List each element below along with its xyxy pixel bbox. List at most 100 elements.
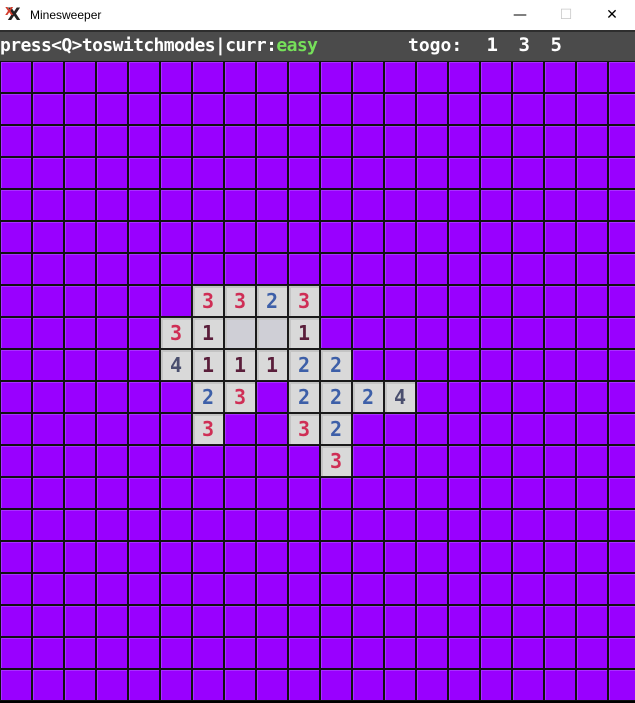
hidden-cell[interactable] <box>160 637 192 669</box>
hidden-cell[interactable] <box>288 573 320 605</box>
hidden-cell[interactable] <box>384 573 416 605</box>
hidden-cell[interactable] <box>480 477 512 509</box>
hidden-cell[interactable] <box>160 93 192 125</box>
hidden-cell[interactable] <box>64 477 96 509</box>
hidden-cell[interactable] <box>576 221 608 253</box>
hidden-cell[interactable] <box>608 381 635 413</box>
hidden-cell[interactable] <box>64 573 96 605</box>
hidden-cell[interactable] <box>608 637 635 669</box>
hidden-cell[interactable] <box>256 573 288 605</box>
hidden-cell[interactable] <box>416 189 448 221</box>
hidden-cell[interactable] <box>448 125 480 157</box>
hidden-cell[interactable] <box>544 605 576 637</box>
hidden-cell[interactable] <box>128 541 160 573</box>
hidden-cell[interactable] <box>256 509 288 541</box>
hidden-cell[interactable] <box>256 541 288 573</box>
hidden-cell[interactable] <box>544 477 576 509</box>
hidden-cell[interactable] <box>544 221 576 253</box>
hidden-cell[interactable] <box>576 189 608 221</box>
hidden-cell[interactable] <box>96 253 128 285</box>
hidden-cell[interactable] <box>0 509 32 541</box>
hidden-cell[interactable] <box>480 573 512 605</box>
hidden-cell[interactable] <box>448 413 480 445</box>
hidden-cell[interactable] <box>64 189 96 221</box>
hidden-cell[interactable] <box>416 637 448 669</box>
hidden-cell[interactable] <box>416 349 448 381</box>
hidden-cell[interactable] <box>192 125 224 157</box>
hidden-cell[interactable] <box>448 669 480 701</box>
hidden-cell[interactable] <box>96 509 128 541</box>
hidden-cell[interactable] <box>96 285 128 317</box>
hidden-cell[interactable] <box>160 605 192 637</box>
hidden-cell[interactable] <box>192 221 224 253</box>
hidden-cell[interactable] <box>128 669 160 701</box>
hidden-cell[interactable] <box>480 413 512 445</box>
hidden-cell[interactable] <box>32 189 64 221</box>
hidden-cell[interactable] <box>224 157 256 189</box>
hidden-cell[interactable] <box>608 189 635 221</box>
hidden-cell[interactable] <box>288 637 320 669</box>
hidden-cell[interactable] <box>544 509 576 541</box>
hidden-cell[interactable] <box>480 445 512 477</box>
hidden-cell[interactable] <box>256 669 288 701</box>
hidden-cell[interactable] <box>64 221 96 253</box>
hidden-cell[interactable] <box>576 93 608 125</box>
hidden-cell[interactable] <box>352 221 384 253</box>
close-button[interactable]: ✕ <box>589 0 635 30</box>
hidden-cell[interactable] <box>544 317 576 349</box>
revealed-number-cell[interactable]: 3 <box>288 285 320 317</box>
hidden-cell[interactable] <box>0 541 32 573</box>
hidden-cell[interactable] <box>608 253 635 285</box>
hidden-cell[interactable] <box>352 349 384 381</box>
hidden-cell[interactable] <box>0 477 32 509</box>
hidden-cell[interactable] <box>384 93 416 125</box>
hidden-cell[interactable] <box>160 669 192 701</box>
hidden-cell[interactable] <box>352 445 384 477</box>
hidden-cell[interactable] <box>0 61 32 93</box>
hidden-cell[interactable] <box>96 221 128 253</box>
revealed-number-cell[interactable]: 2 <box>192 381 224 413</box>
hidden-cell[interactable] <box>352 477 384 509</box>
hidden-cell[interactable] <box>480 381 512 413</box>
hidden-cell[interactable] <box>192 541 224 573</box>
hidden-cell[interactable] <box>576 381 608 413</box>
hidden-cell[interactable] <box>224 61 256 93</box>
hidden-cell[interactable] <box>160 221 192 253</box>
hidden-cell[interactable] <box>608 157 635 189</box>
hidden-cell[interactable] <box>480 349 512 381</box>
hidden-cell[interactable] <box>480 189 512 221</box>
hidden-cell[interactable] <box>96 61 128 93</box>
hidden-cell[interactable] <box>0 285 32 317</box>
hidden-cell[interactable] <box>480 669 512 701</box>
hidden-cell[interactable] <box>544 285 576 317</box>
hidden-cell[interactable] <box>128 189 160 221</box>
hidden-cell[interactable] <box>352 509 384 541</box>
hidden-cell[interactable] <box>384 477 416 509</box>
hidden-cell[interactable] <box>32 445 64 477</box>
hidden-cell[interactable] <box>416 573 448 605</box>
revealed-number-cell[interactable]: 1 <box>192 349 224 381</box>
hidden-cell[interactable] <box>544 157 576 189</box>
hidden-cell[interactable] <box>544 637 576 669</box>
hidden-cell[interactable] <box>352 285 384 317</box>
hidden-cell[interactable] <box>448 381 480 413</box>
hidden-cell[interactable] <box>32 61 64 93</box>
hidden-cell[interactable] <box>64 285 96 317</box>
hidden-cell[interactable] <box>32 285 64 317</box>
hidden-cell[interactable] <box>448 477 480 509</box>
hidden-cell[interactable] <box>480 157 512 189</box>
hidden-cell[interactable] <box>288 445 320 477</box>
hidden-cell[interactable] <box>576 541 608 573</box>
hidden-cell[interactable] <box>64 669 96 701</box>
hidden-cell[interactable] <box>384 509 416 541</box>
hidden-cell[interactable] <box>512 93 544 125</box>
hidden-cell[interactable] <box>0 221 32 253</box>
hidden-cell[interactable] <box>288 509 320 541</box>
hidden-cell[interactable] <box>448 605 480 637</box>
hidden-cell[interactable] <box>128 381 160 413</box>
hidden-cell[interactable] <box>64 125 96 157</box>
hidden-cell[interactable] <box>96 413 128 445</box>
revealed-number-cell[interactable]: 2 <box>288 349 320 381</box>
hidden-cell[interactable] <box>448 189 480 221</box>
hidden-cell[interactable] <box>288 477 320 509</box>
